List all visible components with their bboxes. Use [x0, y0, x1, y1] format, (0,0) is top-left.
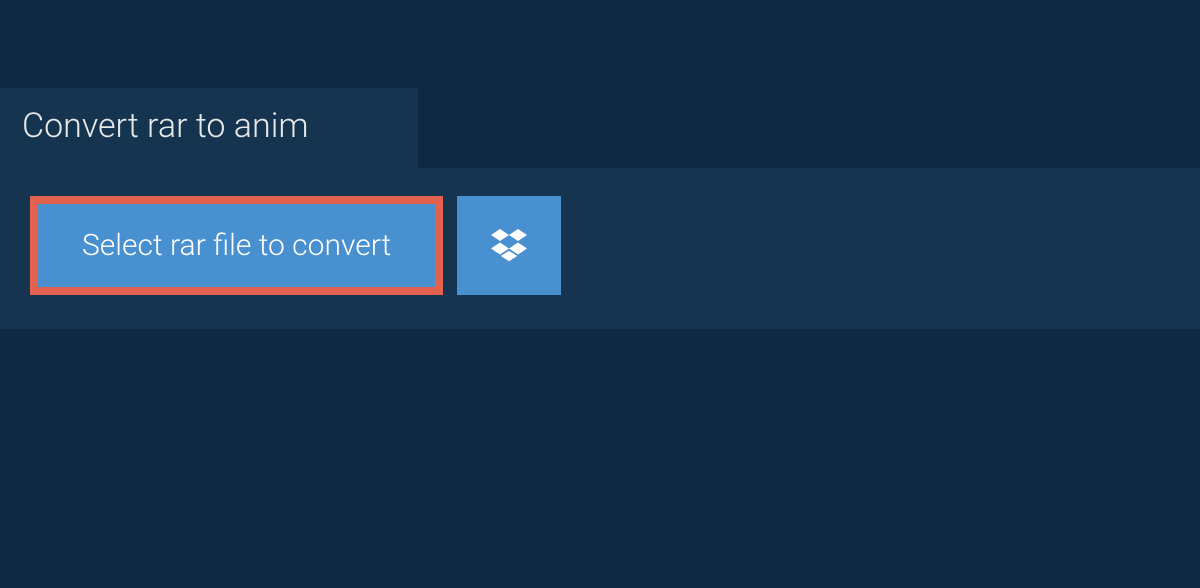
dropbox-button[interactable]: [457, 196, 561, 295]
dropbox-icon: [491, 226, 527, 266]
convert-panel: Select rar file to convert: [0, 168, 1200, 329]
action-row: Select rar file to convert: [30, 196, 1170, 295]
select-file-label: Select rar file to convert: [82, 228, 391, 263]
select-file-button[interactable]: Select rar file to convert: [30, 196, 443, 295]
tab-title: Convert rar to anim: [22, 106, 308, 146]
tab-convert[interactable]: Convert rar to anim: [0, 88, 418, 168]
tab-bar: Convert rar to anim: [0, 88, 1200, 168]
